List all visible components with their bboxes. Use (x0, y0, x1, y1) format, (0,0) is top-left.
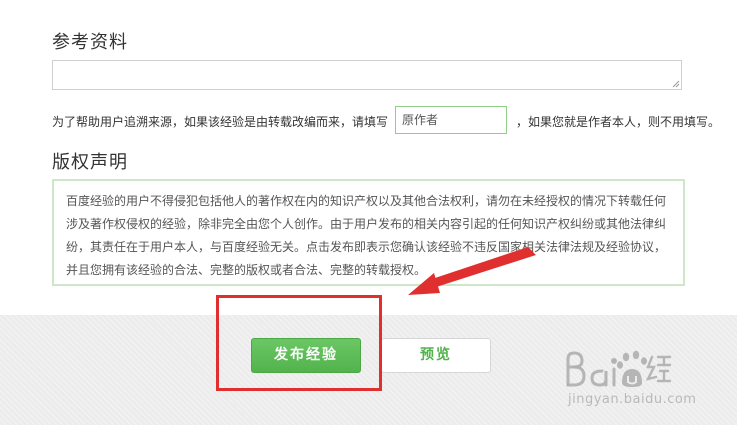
watermark-url: jingyan.baidu.com (568, 392, 697, 407)
resize-grip-icon[interactable] (672, 80, 680, 88)
source-hint-suffix: ，如果您就是作者本人，则不用填写。 (516, 115, 721, 129)
preview-button[interactable]: 预览 (381, 338, 491, 373)
baidu-jingyan-watermark-logo (566, 350, 672, 387)
reference-heading: 参考资料 (52, 32, 128, 53)
copyright-statement: 百度经验的用户不得侵犯包括他人的著作权在内的知识产权以及其他合法权利，请勿在未经… (52, 179, 685, 286)
reference-textarea[interactable] (52, 60, 682, 90)
source-hint-text: 为了帮助用户追溯来源，如果该经验是由转载改编而来，请填写 (52, 115, 389, 129)
copyright-heading: 版权声明 (52, 152, 128, 173)
source-hint-row: 为了帮助用户追溯来源，如果该经验是由转载改编而来，请填写 ，如果您就是作者本人，… (52, 106, 722, 134)
annotation-arrow-icon (408, 247, 536, 295)
annotation-highlight-box (216, 295, 382, 391)
original-author-input[interactable] (395, 106, 507, 134)
